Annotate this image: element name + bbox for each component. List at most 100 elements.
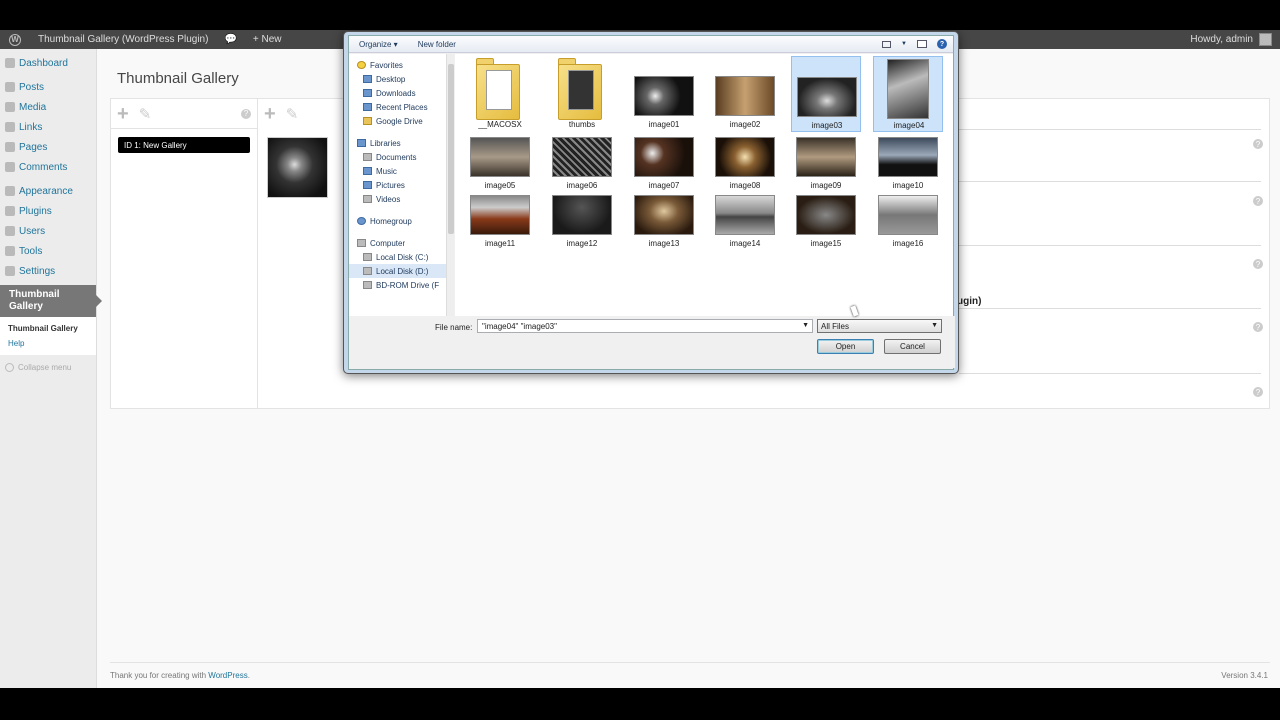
gallery-list-toolbar: + ✎ ? (111, 99, 257, 129)
image-file-item[interactable]: image01 (629, 56, 699, 132)
sidebar-item-media[interactable]: Media (0, 97, 96, 117)
help-icon[interactable]: ? (1253, 196, 1263, 206)
change-view-icon[interactable] (882, 40, 892, 48)
wordpress-logo-icon[interactable]: W (0, 30, 30, 49)
scrollbar-thumb[interactable] (448, 64, 454, 234)
wordpress-admin-screen: W Thumbnail Gallery (WordPress Plugin) 💬… (0, 30, 1280, 688)
file-name-input[interactable]: "image04" "image03" ▼ (477, 319, 813, 333)
nav-recent-places[interactable]: Recent Places (349, 100, 453, 114)
nav-pictures[interactable]: Pictures (349, 178, 453, 192)
file-list: __MACOSX thumbs image01 image02 image03 (455, 54, 953, 316)
image-thumbnail (470, 195, 530, 235)
submenu-item-thumbnail-gallery[interactable]: Thumbnail Gallery (8, 321, 96, 336)
sidebar-item-users[interactable]: Users (0, 221, 96, 241)
nav-label: Favorites (370, 60, 403, 70)
admin-bar-account[interactable]: Howdy, admin (1190, 33, 1280, 46)
nav-music[interactable]: Music (349, 164, 453, 178)
image-thumbnail (634, 137, 694, 177)
image-file-item[interactable]: image15 (791, 192, 861, 268)
organize-button[interactable]: Organize ▾ (349, 40, 408, 49)
image-file-item[interactable]: image13 (629, 192, 699, 268)
gallery-list-item[interactable]: ID 1: New Gallery (118, 137, 250, 153)
footer-thanks-text: Thank you for creating with (110, 671, 207, 680)
folder-icon (476, 58, 524, 120)
folder-item[interactable]: thumbs (547, 56, 617, 132)
footer-thanks: Thank you for creating with WordPress. (110, 671, 250, 680)
avatar (1259, 33, 1272, 46)
nav-computer[interactable]: Computer (349, 236, 453, 250)
sidebar-item-settings[interactable]: Settings (0, 261, 96, 281)
image-thumbnail (878, 137, 938, 177)
nav-homegroup[interactable]: Homegroup (349, 214, 453, 228)
sidebar-item-tools[interactable]: Tools (0, 241, 96, 261)
sidebar-item-comments[interactable]: Comments (0, 157, 96, 177)
navigation-scrollbar[interactable] (446, 54, 454, 316)
new-folder-button[interactable]: New folder (408, 40, 466, 49)
image-file-item[interactable]: image11 (465, 192, 535, 268)
sidebar-item-label: Users (19, 225, 46, 237)
file-type-select[interactable]: All Files ▼ (817, 319, 942, 333)
preview-pane-icon[interactable] (917, 40, 927, 48)
nav-label: Computer (370, 238, 406, 248)
collapse-menu[interactable]: Collapse menu (0, 355, 96, 380)
sidebar-item-pages[interactable]: Pages (0, 137, 96, 157)
admin-bar-new[interactable]: + New (245, 30, 290, 49)
image-file-item[interactable]: image16 (873, 192, 943, 268)
nav-documents[interactable]: Documents (349, 150, 453, 164)
wordpress-link[interactable]: WordPress (208, 671, 247, 680)
nav-libraries[interactable]: Libraries (349, 136, 453, 150)
nav-label: Homegroup (370, 216, 412, 226)
nav-desktop[interactable]: Desktop (349, 72, 453, 86)
image-file-item-selected[interactable]: image03 (791, 56, 861, 132)
open-button[interactable]: Open (817, 339, 874, 354)
dropdown-arrow-icon[interactable]: ▼ (802, 322, 809, 329)
gallery-image-thumbnail[interactable] (267, 137, 328, 198)
folder-item[interactable]: __MACOSX (465, 56, 535, 132)
sidebar-item-links[interactable]: Links (0, 117, 96, 137)
sidebar-item-label: Settings (19, 265, 56, 277)
add-gallery-icon[interactable]: + (117, 104, 129, 124)
tools-icon (5, 246, 15, 256)
nav-downloads[interactable]: Downloads (349, 86, 453, 100)
edit-gallery-icon[interactable]: ✎ (139, 105, 152, 123)
sidebar-item-appearance[interactable]: Appearance (0, 181, 96, 201)
help-icon[interactable]: ? (1253, 259, 1263, 269)
nav-label: Libraries (370, 138, 401, 148)
sidebar-item-plugins[interactable]: Plugins (0, 201, 96, 221)
image-thumbnail (552, 137, 612, 177)
admin-bar-site-name[interactable]: Thumbnail Gallery (WordPress Plugin) (30, 30, 216, 49)
nav-local-disk-c[interactable]: Local Disk (C:) (349, 250, 453, 264)
image-file-item-selected[interactable]: image04 (873, 56, 943, 132)
dialog-footer: File name: "image04" "image03" ▼ All Fil… (349, 316, 955, 368)
desktop-icon (363, 75, 372, 83)
view-dropdown-icon[interactable]: ▼ (901, 41, 907, 47)
image-file-item[interactable]: image12 (547, 192, 617, 268)
sidebar-item-thumbnail-gallery[interactable]: Thumbnail Gallery (0, 285, 102, 317)
file-label: image11 (484, 239, 516, 248)
computer-icon (357, 239, 366, 247)
help-icon[interactable]: ? (241, 108, 251, 119)
help-icon[interactable]: ? (1253, 139, 1263, 149)
nav-videos[interactable]: Videos (349, 192, 453, 206)
sidebar-item-posts[interactable]: Posts (0, 77, 96, 97)
submenu-item-help[interactable]: Help (8, 336, 96, 351)
appearance-icon (5, 186, 15, 196)
nav-favorites[interactable]: Favorites (349, 58, 453, 72)
cancel-button[interactable]: Cancel (884, 339, 941, 354)
file-label: image06 (566, 181, 598, 190)
add-image-icon[interactable]: + (264, 104, 276, 124)
nav-local-disk-d[interactable]: Local Disk (D:) (349, 264, 453, 278)
help-icon[interactable]: ? (1253, 322, 1263, 332)
nav-google-drive[interactable]: Google Drive (349, 114, 453, 128)
comments-bubble-icon[interactable]: 💬 (216, 30, 244, 49)
image-file-item[interactable]: image02 (710, 56, 780, 132)
nav-bd-rom-drive[interactable]: BD-ROM Drive (F (349, 278, 453, 292)
help-icon[interactable]: ? (1253, 387, 1263, 397)
links-icon (5, 122, 15, 132)
nav-label: Google Drive (376, 116, 423, 126)
help-icon[interactable]: ? (937, 39, 947, 49)
sidebar-item-dashboard[interactable]: Dashboard (0, 53, 96, 73)
image-file-item[interactable]: image14 (710, 192, 780, 268)
nav-label: Local Disk (D:) (376, 266, 429, 276)
edit-image-icon[interactable]: ✎ (286, 105, 299, 123)
